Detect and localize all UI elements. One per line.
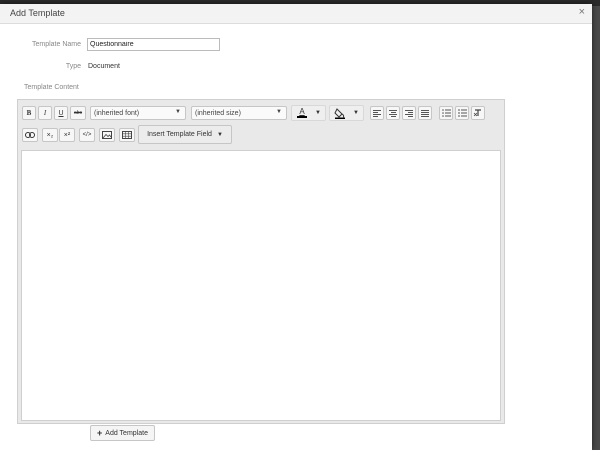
- paint-bucket-icon: [334, 107, 345, 119]
- align-center-icon: [389, 109, 397, 117]
- insert-template-field-button[interactable]: Insert Template Field ▼: [138, 125, 232, 144]
- source-code-button[interactable]: </>: [79, 128, 95, 142]
- align-left-icon: [373, 109, 381, 117]
- dialog-title: Add Template: [10, 8, 65, 18]
- bold-button[interactable]: B: [22, 106, 36, 120]
- numbered-list-icon: [458, 109, 467, 117]
- add-template-button[interactable]: + Add Template: [90, 425, 155, 441]
- font-family-select[interactable]: (inherited font) ▼: [90, 106, 186, 120]
- font-color-icon: A: [299, 107, 305, 116]
- numbered-list-button[interactable]: [455, 106, 469, 120]
- font-color-swatch: [297, 116, 307, 118]
- font-color-dropdown[interactable]: ▼: [312, 106, 324, 120]
- insert-template-field-label: Insert Template Field: [147, 131, 212, 138]
- italic-button[interactable]: I: [38, 106, 52, 120]
- chevron-down-icon: ▼: [276, 109, 282, 115]
- font-family-value: (inherited font): [94, 109, 140, 117]
- link-button[interactable]: [22, 128, 38, 142]
- plus-icon: +: [97, 428, 103, 438]
- align-center-button[interactable]: [386, 106, 400, 120]
- type-label: Type: [65, 63, 81, 70]
- template-name-label: Template Name: [31, 41, 81, 48]
- insert-image-button[interactable]: [99, 128, 115, 142]
- align-right-icon: [405, 109, 413, 117]
- font-size-select[interactable]: (inherited size) ▼: [191, 106, 287, 120]
- add-template-label: Add Template: [105, 429, 148, 437]
- highlight-color-group: ▼: [329, 105, 364, 121]
- chevron-down-icon: ▼: [175, 109, 181, 115]
- subscript-button[interactable]: ×₂: [42, 128, 58, 142]
- template-content-editor[interactable]: [21, 150, 501, 421]
- align-justify-button[interactable]: [418, 106, 432, 120]
- type-value: Document: [88, 63, 120, 70]
- align-justify-icon: [421, 109, 429, 117]
- dialog-header: Add Template ×: [0, 4, 592, 24]
- superscript-button[interactable]: ×²: [59, 128, 75, 142]
- strikethrough-button[interactable]: abc: [70, 106, 86, 120]
- font-color-button[interactable]: A: [293, 106, 311, 120]
- template-content-label: Template Content: [24, 84, 79, 91]
- insert-table-button[interactable]: [119, 128, 135, 142]
- rich-text-editor: B I U abc (inherited font) ▼ (inherited …: [17, 99, 505, 424]
- bullet-list-icon: [441, 109, 451, 117]
- underline-button[interactable]: U: [54, 106, 68, 120]
- link-icon: [25, 132, 35, 138]
- font-color-group: A ▼: [291, 105, 326, 121]
- image-icon: [102, 131, 112, 139]
- align-left-button[interactable]: [370, 106, 384, 120]
- font-size-value: (inherited size): [195, 109, 241, 117]
- clear-formatting-icon: [473, 109, 481, 117]
- table-icon: [122, 131, 132, 139]
- chevron-down-icon: ▼: [216, 131, 223, 138]
- bullet-list-button[interactable]: [439, 106, 453, 120]
- clear-formatting-button[interactable]: [471, 106, 485, 120]
- template-name-input[interactable]: [87, 38, 220, 51]
- close-icon[interactable]: ×: [579, 7, 585, 18]
- align-right-button[interactable]: [402, 106, 416, 120]
- highlight-color-dropdown[interactable]: ▼: [350, 106, 362, 120]
- add-template-dialog: Add Template × Template Name Type Docume…: [0, 4, 592, 450]
- highlight-color-button[interactable]: [331, 106, 349, 120]
